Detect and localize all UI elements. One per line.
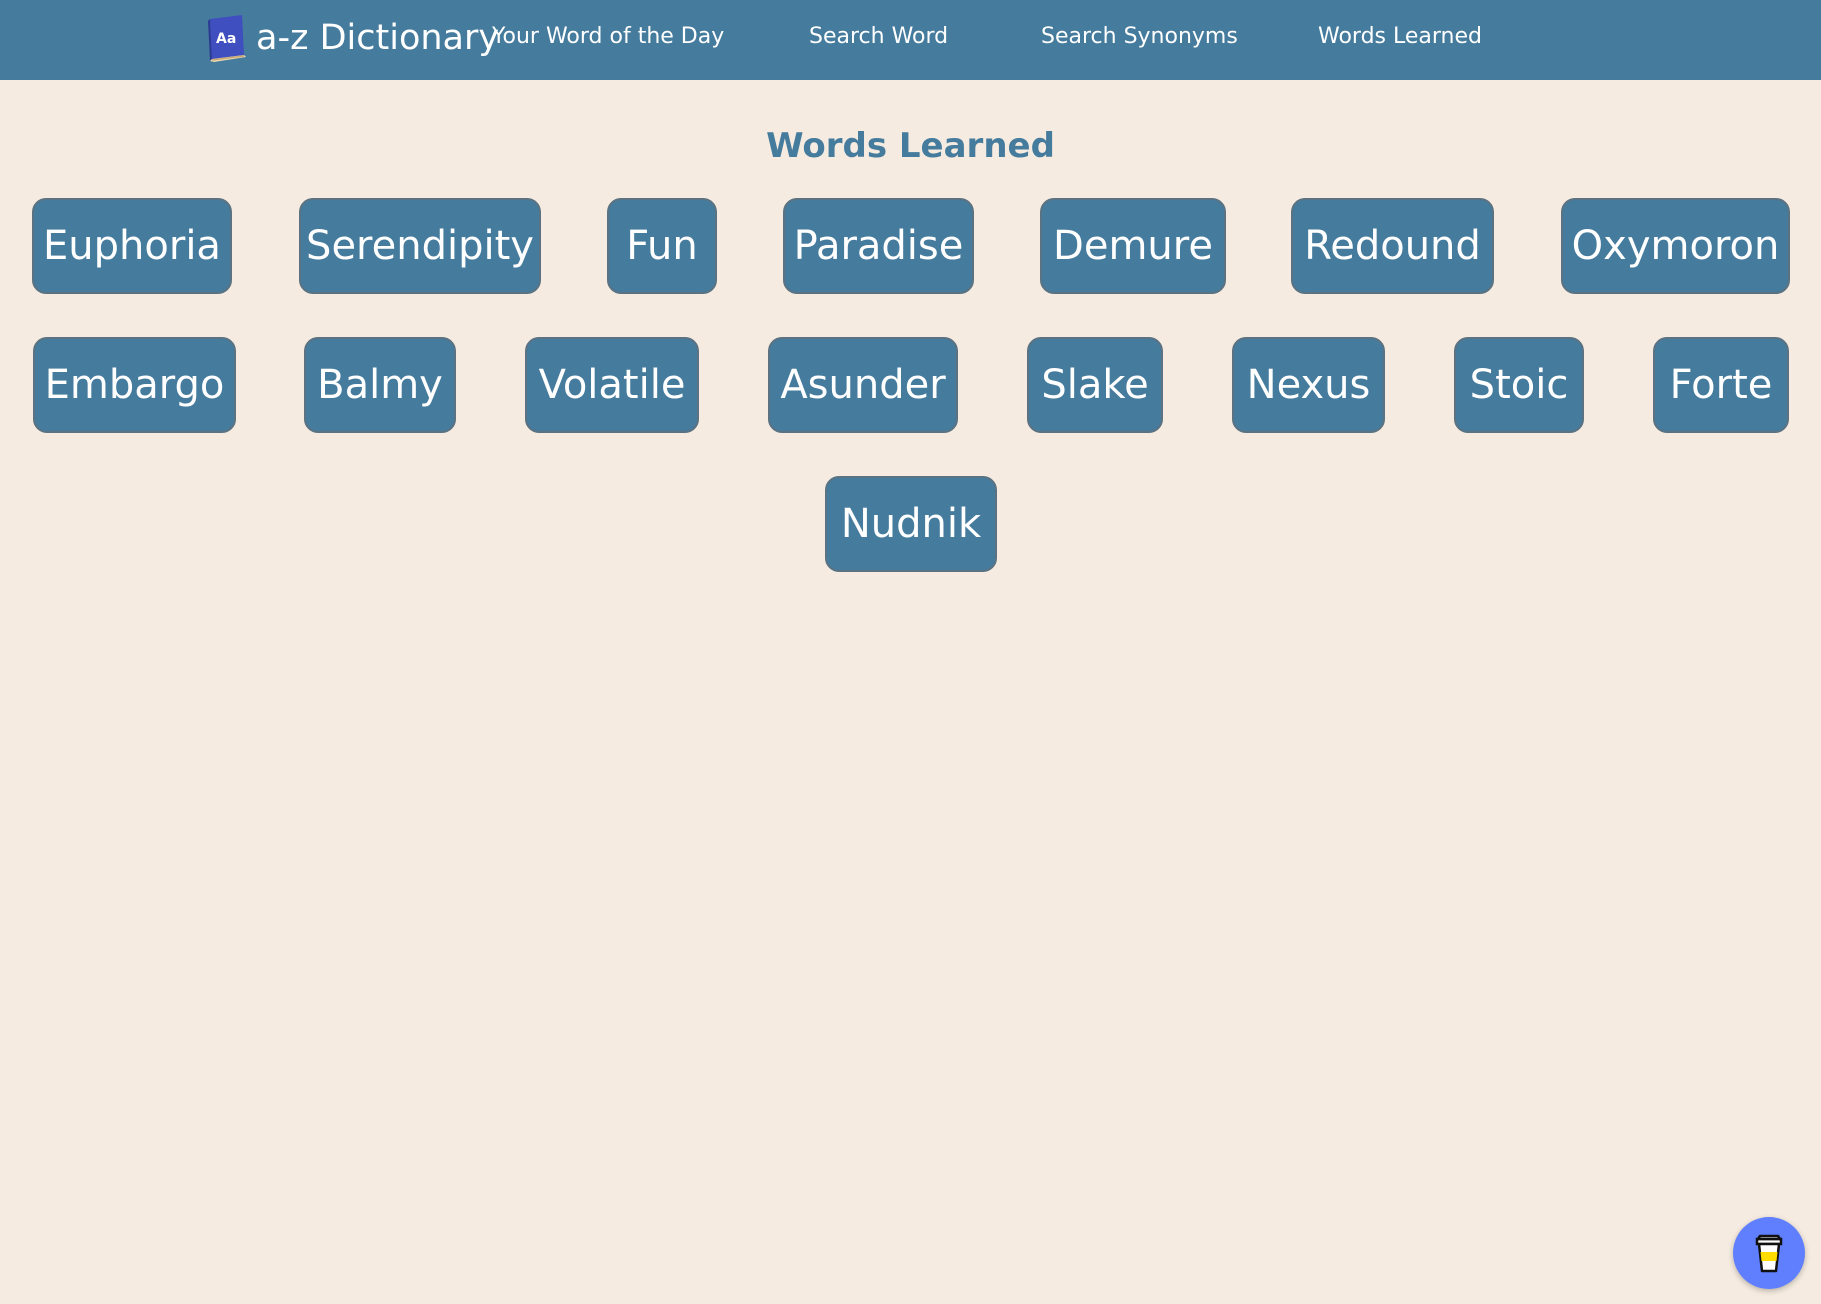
brand-link[interactable]: Aa a-z Dictionary <box>204 13 499 63</box>
word-button-nudnik[interactable]: Nudnik <box>825 476 997 572</box>
word-button-stoic[interactable]: Stoic <box>1454 337 1584 433</box>
page-title: Words Learned <box>766 126 1055 166</box>
word-button-balmy[interactable]: Balmy <box>304 337 456 433</box>
word-button-paradise[interactable]: Paradise <box>783 198 974 294</box>
word-button-forte[interactable]: Forte <box>1653 337 1789 433</box>
word-button-volatile[interactable]: Volatile <box>525 337 699 433</box>
word-button-slake[interactable]: Slake <box>1027 337 1163 433</box>
buy-me-a-coffee-button[interactable] <box>1733 1217 1805 1289</box>
word-button-redound[interactable]: Redound <box>1291 198 1494 294</box>
navbar: Aa a-z Dictionary Your Word of the Day S… <box>0 0 1821 80</box>
word-button-asunder[interactable]: Asunder <box>768 337 958 433</box>
brand-title: a-z Dictionary <box>256 18 500 58</box>
word-button-demure[interactable]: Demure <box>1040 198 1226 294</box>
word-button-fun[interactable]: Fun <box>607 198 717 294</box>
word-button-oxymoron[interactable]: Oxymoron <box>1561 198 1790 294</box>
book-icon-text: Aa <box>216 31 236 47</box>
nav-link-search-word[interactable]: Search Word <box>809 22 948 52</box>
word-button-nexus[interactable]: Nexus <box>1232 337 1385 433</box>
nav-link-words-learned[interactable]: Words Learned <box>1318 22 1482 52</box>
nav-link-search-synonyms[interactable]: Search Synonyms <box>1041 22 1238 52</box>
word-button-serendipity[interactable]: Serendipity <box>299 198 541 294</box>
nav-link-word-of-the-day[interactable]: Your Word of the Day <box>492 22 724 52</box>
word-button-embargo[interactable]: Embargo <box>33 337 236 433</box>
word-button-euphoria[interactable]: Euphoria <box>32 198 232 294</box>
coffee-cup-icon <box>1755 1234 1783 1273</box>
dictionary-book-icon: Aa <box>204 13 248 63</box>
